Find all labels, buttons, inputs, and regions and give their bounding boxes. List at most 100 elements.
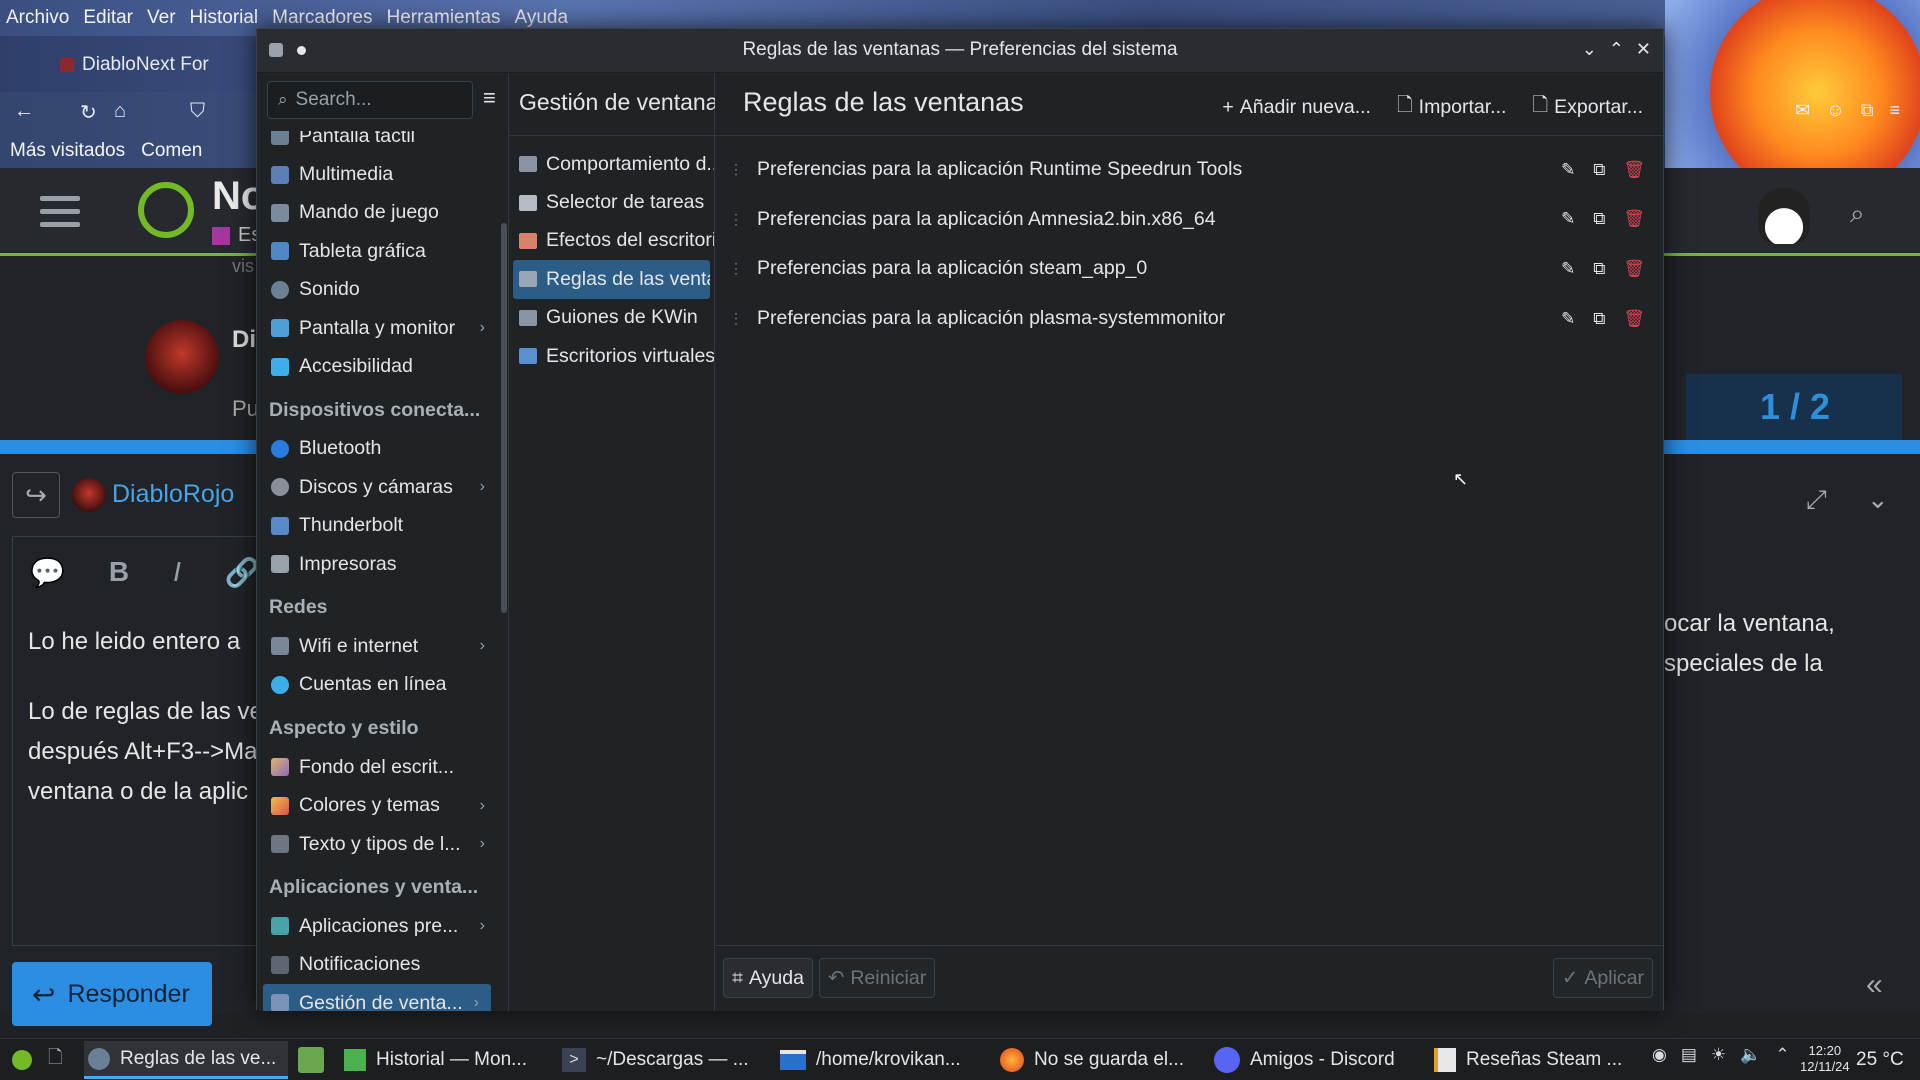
reply-user[interactable]: DiabloRojo <box>112 480 234 509</box>
opensuse-logo[interactable] <box>138 182 194 238</box>
menu-ver[interactable]: Ver <box>147 7 176 29</box>
sidebar-item-window-management[interactable]: Gestión de venta... › <box>263 984 491 1011</box>
chevron-down-icon[interactable]: ⌄ <box>1867 484 1889 516</box>
delete-icon[interactable]: 🗑 <box>1623 209 1645 229</box>
drag-handle-icon[interactable]: ⋮ <box>729 211 743 228</box>
duplicate-icon[interactable]: ⧉ <box>1593 209 1605 229</box>
sidebar-item-sound[interactable]: Sonido <box>257 271 497 309</box>
edit-icon[interactable]: ✎ <box>1561 259 1575 279</box>
sidebar-item-gamepad[interactable]: Mando de juego <box>257 194 497 232</box>
delete-icon[interactable]: 🗑 <box>1623 309 1645 329</box>
export-button[interactable]: 🗋 Exportar... <box>1532 91 1643 124</box>
close-icon[interactable]: ✕ <box>1636 39 1651 60</box>
maximize-icon[interactable]: ⌃ <box>1609 39 1624 60</box>
sidebar-scrollbar[interactable] <box>501 223 507 613</box>
task-spreadsheet[interactable] <box>298 1047 324 1073</box>
post-avatar[interactable] <box>145 320 219 394</box>
delete-icon[interactable]: 🗑 <box>1623 160 1645 180</box>
menu-marcadores[interactable]: Marcadores <box>272 7 372 29</box>
overflow-menu-icon[interactable]: ≡ <box>1889 100 1900 121</box>
sidebar-item-thunderbolt[interactable]: Thunderbolt <box>257 507 497 545</box>
italic-icon[interactable]: I <box>173 556 181 589</box>
sidebar-item-accessibility[interactable]: Accesibilidad <box>257 347 497 385</box>
sidebar-item-wifi[interactable]: Wifi e internet › <box>257 627 497 665</box>
sidebar-item-default-apps[interactable]: Aplicaciones pre... › <box>257 907 497 945</box>
edit-icon[interactable]: ✎ <box>1561 160 1575 180</box>
titlebar[interactable]: Reglas de las ventanas — Preferencias de… <box>257 29 1663 73</box>
rule-row[interactable]: ⋮ Preferencias para la aplicación Amnesi… <box>715 195 1663 245</box>
submenu-item-window-rules[interactable]: Reglas de las venta... <box>513 260 710 299</box>
quote-icon[interactable]: 💬 <box>30 556 65 589</box>
import-button[interactable]: 🗋 Importar... <box>1397 91 1506 124</box>
duplicate-icon[interactable]: ⧉ <box>1593 309 1605 329</box>
smiley-icon[interactable]: ☺ <box>1826 100 1844 121</box>
home-icon[interactable]: ⌂ <box>114 100 126 123</box>
share-icon[interactable]: ↪ <box>12 472 60 518</box>
task-steam[interactable]: Reseñas Steam ... <box>1434 1041 1634 1079</box>
firefox-tab[interactable]: DiabloNext For <box>50 46 250 84</box>
user-avatar[interactable] <box>1758 188 1810 244</box>
volume-icon[interactable]: 🔈 <box>1740 1045 1761 1065</box>
task-descargas[interactable]: > ~/Descargas — ... <box>562 1041 762 1079</box>
duplicate-icon[interactable]: ⧉ <box>1593 160 1605 180</box>
add-new-button[interactable]: + Añadir nueva... <box>1222 91 1371 124</box>
menu-historial[interactable]: Historial <box>190 7 259 29</box>
post-author[interactable]: Di <box>232 326 256 354</box>
shield-icon[interactable]: ⛉ <box>190 100 205 123</box>
weather-temp[interactable]: 25 °C <box>1856 1049 1904 1071</box>
menu-herramientas[interactable]: Herramientas <box>386 7 500 29</box>
hamburger-menu-icon[interactable]: ≡ <box>483 85 496 111</box>
sidebar-item-multimedia[interactable]: Multimedia <box>257 155 497 193</box>
submenu-item-task-switcher[interactable]: Selector de tareas <box>509 183 714 221</box>
discord-tray-icon[interactable]: ◉ <box>1652 1045 1667 1065</box>
sidebar-item-printers[interactable]: Impresoras <box>257 545 497 583</box>
minimize-icon[interactable]: ⌄ <box>1582 39 1597 60</box>
fullscreen-icon[interactable]: ⤢ <box>1806 484 1827 516</box>
sidebar-item-wallpaper[interactable]: Fondo del escrit... <box>257 748 497 786</box>
edit-icon[interactable]: ✎ <box>1561 309 1575 329</box>
task-firefox[interactable]: No se guarda el... <box>1000 1041 1200 1079</box>
clock[interactable]: 12:20 12/11/24 <box>1800 1043 1850 1075</box>
duplicate-icon[interactable]: ⧉ <box>1593 259 1605 279</box>
reply-button[interactable]: ↩ Responder <box>12 962 212 1026</box>
sidebar-item-online-accounts[interactable]: Cuentas en línea <box>257 666 497 704</box>
reload-icon[interactable]: ↻ <box>80 100 97 125</box>
back-icon[interactable]: ← <box>14 100 34 123</box>
drag-handle-icon[interactable]: ⋮ <box>729 161 743 178</box>
bookmark-comen[interactable]: Comen <box>141 140 202 162</box>
sidebar-item-fonts[interactable]: Texto y tipos de l... › <box>257 825 497 863</box>
app-launcher-icon[interactable] <box>12 1049 32 1070</box>
search-input[interactable]: ⌕ Search... <box>267 81 473 119</box>
editor-text[interactable]: Lo he leido entero a Lo de reglas de las… <box>28 622 268 812</box>
submenu-item-virtual-desktops[interactable]: Escritorios virtuales <box>509 337 714 375</box>
delete-icon[interactable]: 🗑 <box>1623 259 1645 279</box>
hamburger-icon[interactable] <box>40 196 80 228</box>
clipboard-icon[interactable]: ▤ <box>1681 1045 1697 1065</box>
sidebar-item-disks[interactable]: Discos y cámaras › <box>257 468 497 506</box>
extensions-icon[interactable]: ⧉ <box>1861 100 1874 121</box>
sidebar-item-touchscreen[interactable]: Pantalla táctil <box>257 131 497 155</box>
task-historial[interactable]: Historial — Mon... <box>344 1041 548 1079</box>
sidebar-item-bluetooth[interactable]: Bluetooth <box>257 430 497 468</box>
collapse-icon[interactable]: « <box>1866 968 1883 1002</box>
tray-expand-icon[interactable]: ⌃ <box>1775 1045 1789 1065</box>
task-reglas[interactable]: Reglas de las ve... <box>84 1041 288 1079</box>
bold-icon[interactable]: B <box>109 556 129 589</box>
help-button[interactable]: ⌗ Ayuda <box>723 958 813 998</box>
task-home[interactable]: /home/krovikan... <box>780 1041 980 1079</box>
bookmark-mas-visitados[interactable]: Más visitados <box>10 140 125 162</box>
sidebar-item-display[interactable]: Pantalla y monitor › <box>257 309 497 347</box>
files-icon[interactable]: 🗋 <box>48 1045 62 1075</box>
submenu-item-kwin-scripts[interactable]: Guiones de KWin <box>509 299 714 337</box>
rule-row[interactable]: ⋮ Preferencias para la aplicación plasma… <box>715 294 1663 344</box>
drag-handle-icon[interactable]: ⋮ <box>729 260 743 277</box>
rule-row[interactable]: ⋮ Preferencias para la aplicación steam_… <box>715 244 1663 294</box>
drag-handle-icon[interactable]: ⋮ <box>729 310 743 327</box>
menu-ayuda[interactable]: Ayuda <box>515 7 569 29</box>
edit-icon[interactable]: ✎ <box>1561 209 1575 229</box>
sidebar-item-notifications[interactable]: Notificaciones <box>257 946 497 984</box>
menu-editar[interactable]: Editar <box>83 7 133 29</box>
submenu-item-desktop-effects[interactable]: Efectos del escritorio <box>509 222 714 260</box>
sidebar-item-colors-themes[interactable]: Colores y temas › <box>257 786 497 824</box>
post-counter[interactable]: 1 / 2 <box>1760 386 1830 428</box>
